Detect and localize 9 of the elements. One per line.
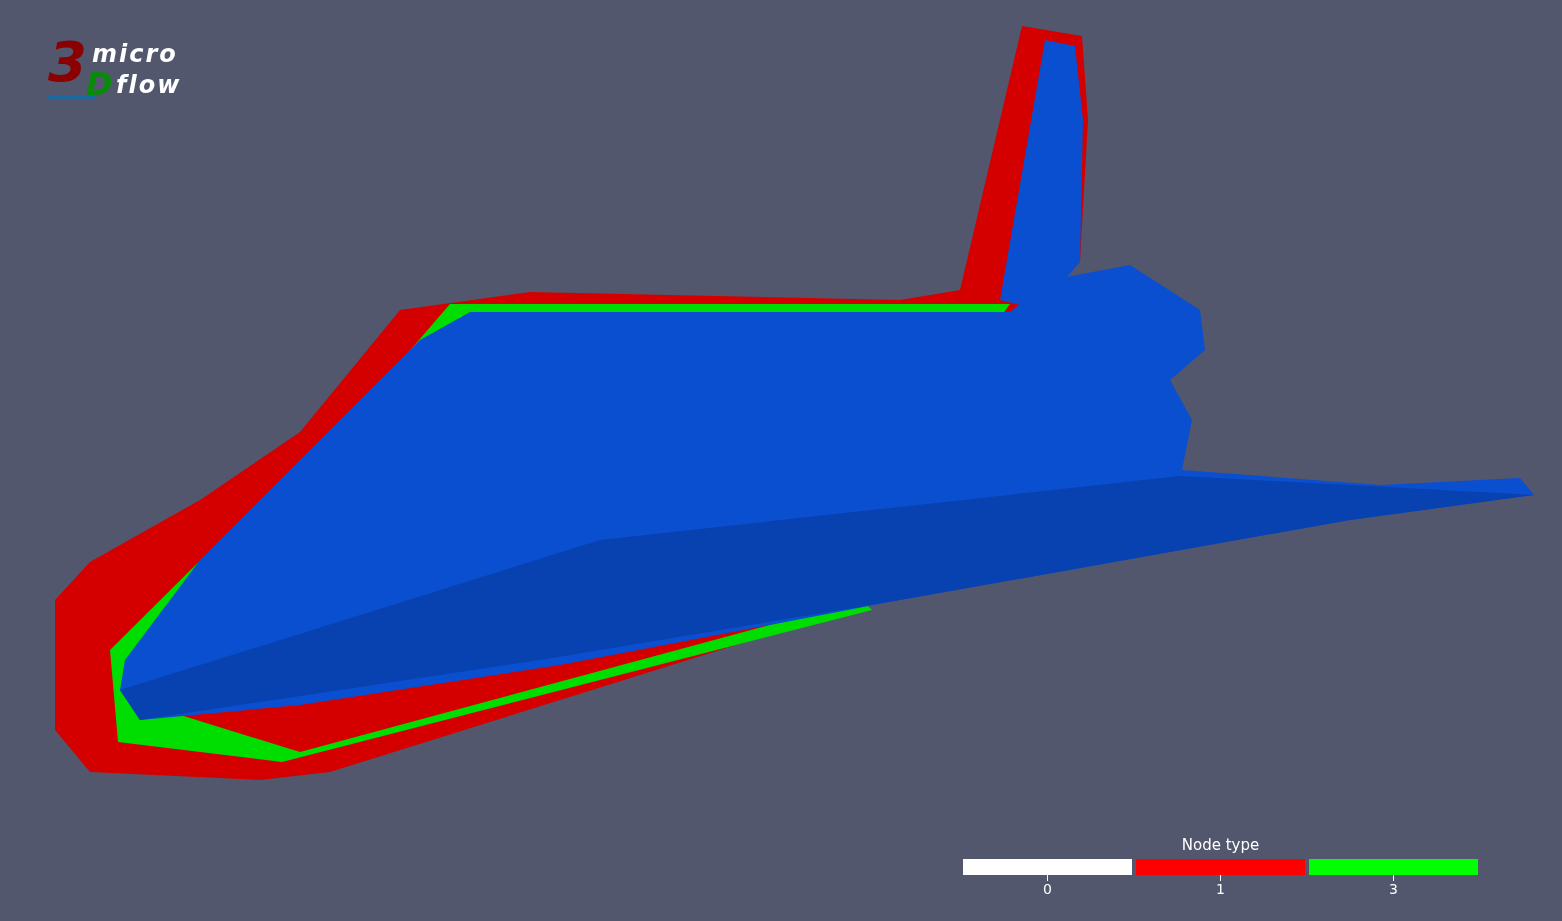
- logo-word: micro: [92, 42, 178, 66]
- legend-label: 0: [1043, 881, 1052, 897]
- logo-letter: D: [86, 68, 113, 100]
- logo-digit: 3: [48, 34, 87, 90]
- legend-title: Node type: [1181, 835, 1260, 856]
- logo-underline: [48, 96, 96, 99]
- legend-label: 3: [1389, 881, 1398, 897]
- logo-word: flow: [116, 73, 182, 97]
- legend-label: 1: [1216, 881, 1225, 897]
